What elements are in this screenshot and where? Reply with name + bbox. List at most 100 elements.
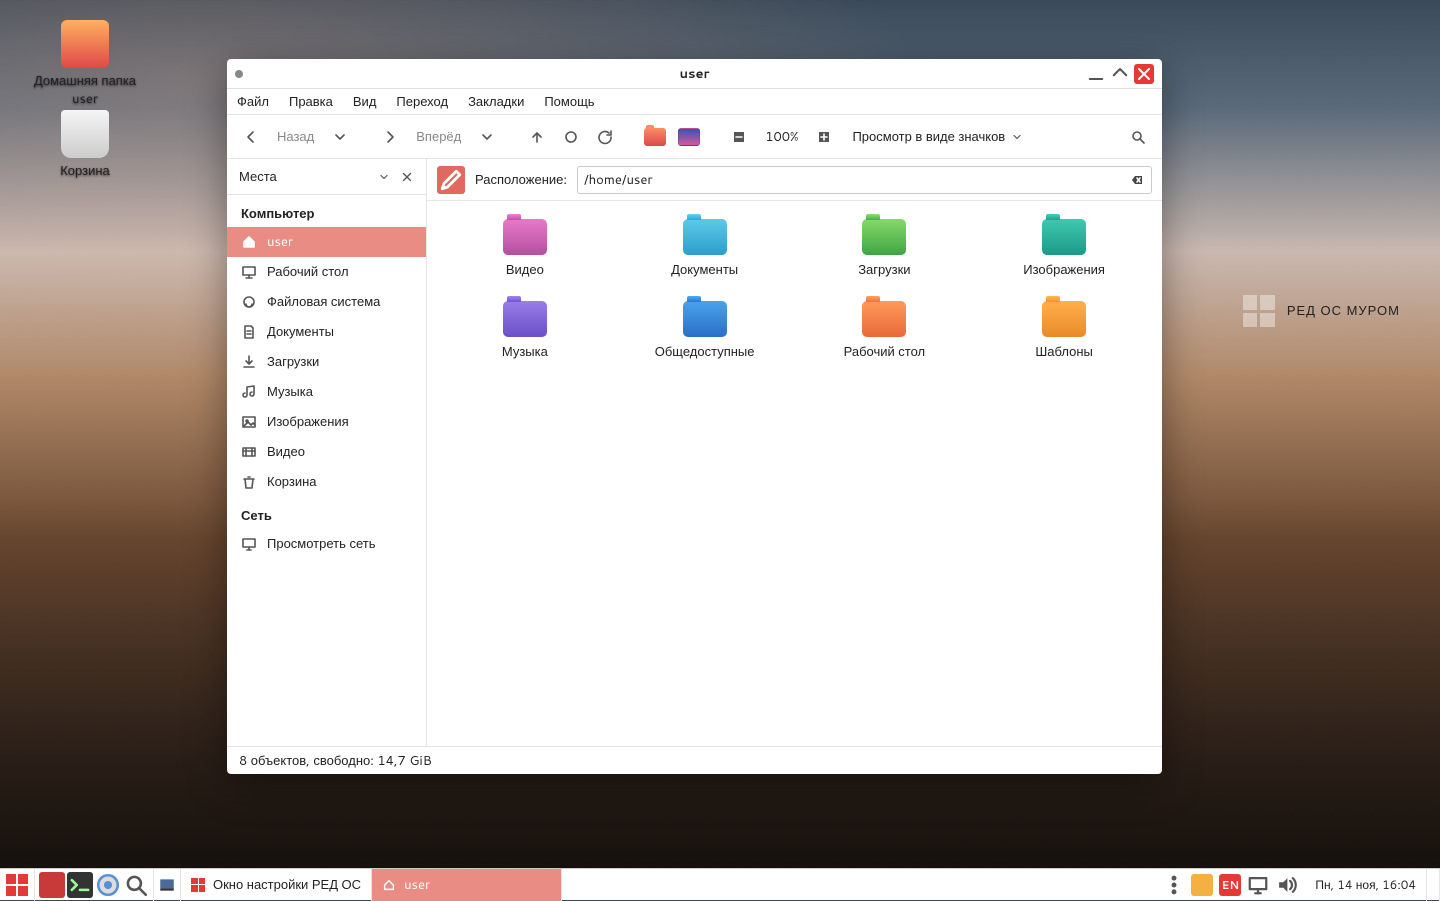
menu-file[interactable]: Файл [237,93,269,111]
titlebar[interactable]: user [227,59,1162,89]
chevron-down-icon [1011,131,1023,143]
chevron-down-icon [378,171,390,183]
desktop-icon-home[interactable]: Домашняя папка user [30,20,140,108]
sidebar-item-trash[interactable]: Корзина [227,467,426,497]
sidebar-header-label: Места [239,168,378,186]
sidebar-item-video[interactable]: Видео [227,437,426,467]
start-menu-button[interactable] [0,869,35,901]
search-button[interactable] [1124,123,1152,151]
stop-button[interactable] [557,123,585,151]
video-icon [241,444,257,460]
sidebar-item-home[interactable]: user [227,227,426,257]
quick-launch-terminal[interactable] [67,872,93,898]
window-menu-icon[interactable] [235,70,243,78]
folder-label: Общедоступные [655,343,755,361]
home-icon [241,234,257,250]
folder-label: Видео [506,261,544,279]
folder-item[interactable]: Изображения [974,219,1154,279]
location-input-wrap[interactable] [577,166,1152,194]
desktop-icon [241,264,257,280]
taskbar-clock[interactable]: Пн, 14 ноя, 16:04 [1305,869,1427,901]
tray-update-icon[interactable] [1191,874,1213,896]
file-manager-window: user Файл Правка Вид Переход Закладки По… [227,59,1162,774]
folder-item[interactable]: Музыка [435,301,615,361]
location-input[interactable] [584,171,1129,189]
folder-icon [503,219,547,255]
maximize-button[interactable] [1110,64,1130,84]
clear-input-icon[interactable] [1129,172,1145,188]
sidebar-header[interactable]: Места [227,159,426,195]
sidebar-item-network[interactable]: Просмотреть сеть [227,529,426,559]
folder-label: Изображения [1023,261,1105,279]
folder-icon [1042,219,1086,255]
folder-item[interactable]: Рабочий стол [795,301,975,361]
taskbar-task-settings[interactable]: Окно настройки РЕД ОС [181,869,372,901]
back-history-dropdown[interactable] [326,123,354,151]
forward-button[interactable] [376,123,404,151]
toolbar: Назад Вперёд 100% Просмотр в виде значко… [227,115,1162,159]
watermark-text: РЕД ОС МУРОМ [1287,302,1400,320]
computer-icon [678,128,700,146]
sidebar-item-desktop[interactable]: Рабочий стол [227,257,426,287]
folder-grid: Видео Документы Загрузки Изображения Музыка О… [427,201,1162,746]
desktop-icon-trash[interactable]: Корзина [30,110,140,180]
menu-help[interactable]: Помощь [544,93,594,111]
close-button[interactable] [1134,64,1154,84]
home-icon [382,878,396,892]
reload-button[interactable] [591,123,619,151]
sidebar-item-label: Видео [267,443,305,461]
close-panel-icon[interactable] [400,170,414,184]
sidebar-item-doc[interactable]: Документы [227,317,426,347]
menubar: Файл Правка Вид Переход Закладки Помощь [227,89,1162,115]
folder-item[interactable]: Документы [615,219,795,279]
home-folder-icon [644,128,666,146]
tray-volume-icon[interactable] [1275,874,1297,896]
tray-network-icon[interactable] [1247,874,1269,896]
menu-bookmarks[interactable]: Закладки [468,93,524,111]
forward-label[interactable]: Вперёд [410,123,467,151]
network-icon [241,536,257,552]
computer-button[interactable] [675,123,703,151]
sidebar-item-fs[interactable]: Файловая система [227,287,426,317]
folder-item[interactable]: Загрузки [795,219,975,279]
menu-go[interactable]: Переход [396,93,448,111]
folder-icon [683,301,727,337]
view-mode-selector[interactable]: Просмотр в виде значков [852,128,1023,146]
zoom-out-button[interactable] [725,123,753,151]
folder-label: Музыка [502,343,548,361]
tray-menu-icon[interactable] [1163,874,1185,896]
zoom-level: 100% [759,123,804,151]
sidebar-item-image[interactable]: Изображения [227,407,426,437]
folder-item[interactable]: Видео [435,219,615,279]
up-button[interactable] [523,123,551,151]
tray-keyboard-layout[interactable]: EN [1219,874,1241,896]
folder-icon [503,301,547,337]
sidebar-item-music[interactable]: Музыка [227,377,426,407]
home-folder-icon [61,20,109,68]
back-label[interactable]: Назад [271,123,320,151]
taskbar-task-filemanager[interactable]: user [372,869,562,901]
folder-item[interactable]: Общедоступные [615,301,795,361]
home-button[interactable] [641,123,669,151]
quick-launch-search[interactable] [123,872,149,898]
edit-path-button[interactable] [437,166,465,194]
folder-label: Документы [671,261,738,279]
quick-launch-browser[interactable] [95,872,121,898]
sidebar-item-download[interactable]: Загрузки [227,347,426,377]
show-desktop-button[interactable] [154,869,181,901]
settings-task-icon [191,878,205,892]
task-label: user [404,876,430,894]
back-button[interactable] [237,123,265,151]
minimize-button[interactable] [1086,64,1106,84]
os-watermark: РЕД ОС МУРОМ [1243,295,1400,327]
quick-launch-app1[interactable] [39,872,65,898]
folder-icon [1042,301,1086,337]
folder-item[interactable]: Шаблоны [974,301,1154,361]
location-label: Расположение: [475,171,567,189]
sidebar: Места Компьютер userРабочий столФайловая… [227,159,427,746]
menu-edit[interactable]: Правка [289,93,333,111]
zoom-in-button[interactable] [810,123,838,151]
taskbar-end-button[interactable] [1427,869,1440,901]
forward-history-dropdown[interactable] [473,123,501,151]
menu-view[interactable]: Вид [353,93,377,111]
